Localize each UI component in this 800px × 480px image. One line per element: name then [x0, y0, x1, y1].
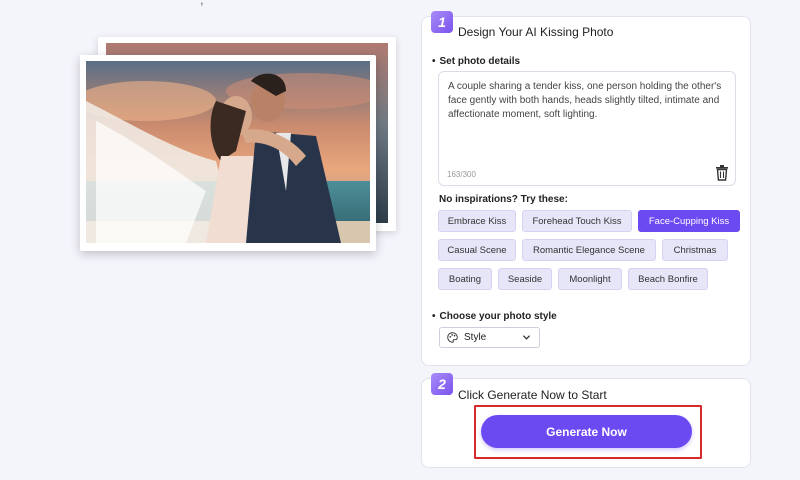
chip-beach-bonfire[interactable]: Beach Bonfire — [628, 268, 708, 290]
inspirations-label: No inspirations? Try these: — [439, 194, 568, 205]
design-title: Design Your AI Kissing Photo — [458, 25, 614, 39]
step-1-badge: 1 — [431, 11, 453, 33]
generate-title: Click Generate Now to Start — [458, 388, 607, 402]
trash-icon[interactable] — [715, 165, 729, 181]
couple-kissing-image — [86, 61, 370, 243]
chip-christmas[interactable]: Christmas — [662, 239, 728, 261]
chip-embrace-kiss[interactable]: Embrace Kiss — [438, 210, 516, 232]
chip-seaside[interactable]: Seaside — [498, 268, 552, 290]
photo-style-label: Choose your photo style — [432, 311, 557, 322]
chip-face-cupping-kiss[interactable]: Face-Cupping Kiss — [638, 210, 740, 232]
style-value: Style — [464, 332, 487, 343]
design-card: 1 Design Your AI Kissing Photo Set photo… — [421, 11, 751, 366]
cut-off-text: , — [200, 0, 204, 7]
prompt-textarea[interactable]: A couple sharing a tender kiss, one pers… — [438, 71, 736, 186]
char-count: 163/300 — [447, 170, 476, 179]
prompt-text[interactable]: A couple sharing a tender kiss, one pers… — [448, 80, 725, 122]
generate-card: 2 Click Generate Now to Start Generate N… — [421, 373, 751, 468]
chip-romantic-elegance-scene[interactable]: Romantic Elegance Scene — [522, 239, 656, 261]
step-2-badge: 2 — [431, 373, 453, 395]
generate-now-button[interactable]: Generate Now — [481, 415, 692, 448]
chip-casual-scene[interactable]: Casual Scene — [438, 239, 516, 261]
chip-boating[interactable]: Boating — [438, 268, 492, 290]
palette-icon — [447, 332, 458, 343]
preview-photo — [80, 55, 376, 251]
photo-details-label: Set photo details — [432, 56, 521, 67]
style-dropdown[interactable]: Style — [439, 327, 540, 348]
chip-moonlight[interactable]: Moonlight — [558, 268, 622, 290]
chip-forehead-touch-kiss[interactable]: Forehead Touch Kiss — [522, 210, 632, 232]
chevron-down-icon — [522, 335, 531, 340]
